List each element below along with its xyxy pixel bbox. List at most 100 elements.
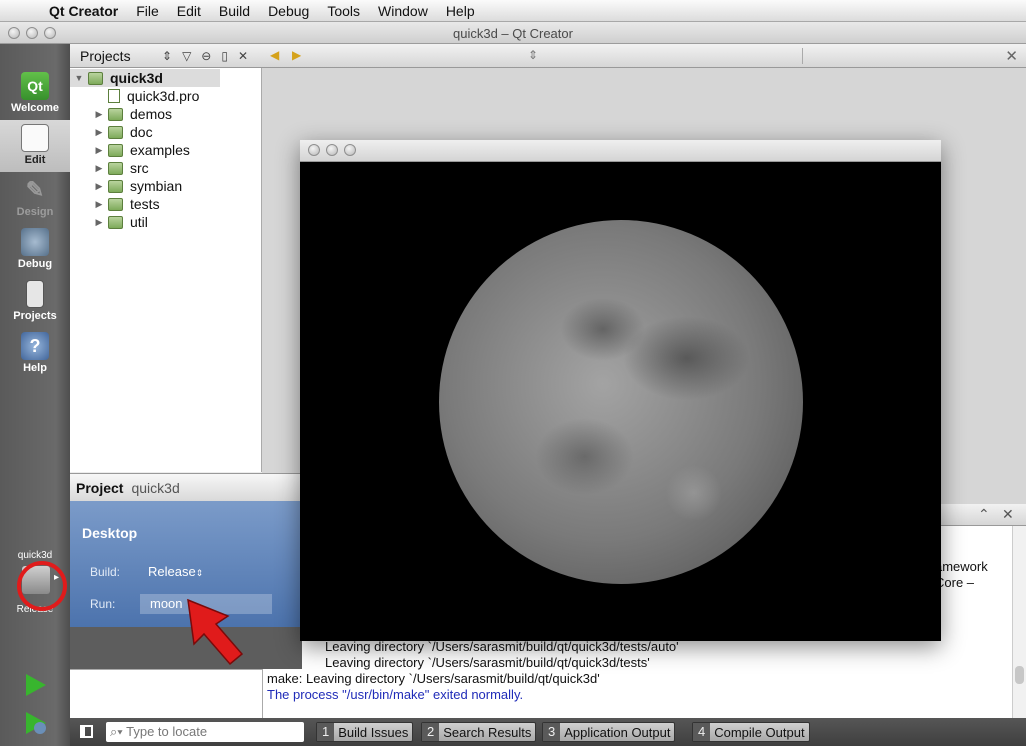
folder-icon	[108, 197, 123, 211]
mode-projects[interactable]: Projects	[0, 276, 70, 328]
filter-icon[interactable]: ▽	[182, 49, 191, 63]
close-pane-icon[interactable]: ✕	[238, 49, 248, 63]
menu-tools[interactable]: Tools	[318, 3, 369, 19]
expand-arrow-icon[interactable]: ▶	[90, 109, 108, 120]
projects-pane-header: Projects ⇕ ▽ ⊖ ▯ ✕	[70, 44, 262, 68]
tree-item-folder[interactable]: ▶ doc	[90, 123, 153, 141]
tree-item-label: quick3d.pro	[127, 88, 200, 104]
build-config-value: Release	[148, 564, 196, 579]
app-window-titlebar	[300, 140, 941, 162]
menu-window[interactable]: Window	[369, 3, 437, 19]
project-popup-header-label: Project	[76, 479, 124, 496]
search-icon: ⌕▾	[110, 724, 127, 739]
mode-debug[interactable]: Debug	[0, 224, 70, 276]
document-combo-icon[interactable]: ⇕	[528, 48, 538, 62]
app-minimize-button[interactable]	[326, 144, 338, 156]
output-line: amework	[935, 559, 988, 574]
output-line: make: Leaving directory `/Users/sarasmit…	[267, 671, 600, 686]
back-arrow-icon[interactable]: ◀	[270, 48, 279, 62]
projects-view-selector[interactable]: Projects	[70, 48, 152, 64]
design-tools-icon: ✎	[25, 177, 45, 202]
lower-left-pane	[70, 669, 262, 718]
scroll-thumb[interactable]	[1015, 666, 1024, 684]
bug-icon	[21, 228, 49, 256]
tree-item-label: src	[130, 160, 149, 176]
mode-welcome[interactable]: Qt Welcome	[0, 68, 70, 120]
moon-app-window	[300, 140, 941, 641]
expand-arrow-icon[interactable]: ▶	[90, 127, 108, 138]
menu-help[interactable]: Help	[437, 3, 484, 19]
collapse-arrow-icon[interactable]: ▼	[70, 73, 88, 83]
output-line: Leaving directory `/Users/sarasmit/build…	[325, 655, 650, 670]
tree-item-label: symbian	[130, 178, 183, 194]
moon-render	[439, 220, 803, 584]
tree-item-folder[interactable]: ▶ examples	[90, 141, 190, 159]
kit-name: Desktop	[82, 525, 138, 541]
tab-application-output[interactable]: 3 Application Output	[542, 722, 676, 742]
link-sync-icon[interactable]: ⊖	[201, 49, 211, 63]
close-output-icon[interactable]: ✕	[1002, 506, 1014, 523]
tab-compile-output[interactable]: 4 Compile Output	[692, 722, 810, 742]
mode-help[interactable]: ? Help	[0, 328, 70, 380]
tab-number: 1	[317, 723, 335, 741]
menu-debug[interactable]: Debug	[259, 3, 318, 19]
forward-arrow-icon[interactable]: ▶	[292, 48, 301, 62]
folder-icon	[108, 143, 123, 157]
sort-updown-icon[interactable]: ⇕	[162, 49, 172, 63]
tree-item-folder[interactable]: ▶ util	[90, 213, 148, 231]
app-close-button[interactable]	[308, 144, 320, 156]
menu-edit[interactable]: Edit	[168, 3, 210, 19]
tree-item-folder[interactable]: ▶ src	[90, 159, 149, 177]
locator-input[interactable]: ⌕▾ Type to locate	[106, 722, 304, 742]
output-pane-bar: ⌃ ✕	[940, 504, 1026, 526]
tab-number: 4	[693, 723, 711, 741]
menu-app-name[interactable]: Qt Creator	[40, 3, 127, 19]
run-button[interactable]	[22, 672, 48, 698]
maximize-output-icon[interactable]: ⌃	[978, 506, 990, 523]
tab-build-issues[interactable]: 1 Build Issues	[316, 722, 414, 742]
expand-arrow-icon[interactable]: ▶	[90, 217, 108, 228]
tree-item-folder[interactable]: ▶ demos	[90, 105, 173, 123]
mode-projects-label: Projects	[13, 310, 57, 322]
debug-run-button[interactable]	[22, 710, 48, 736]
tab-search-results[interactable]: 2 Search Results	[421, 722, 537, 742]
3d-viewport[interactable]	[300, 162, 941, 641]
mode-edit[interactable]: Edit	[0, 120, 70, 172]
editor-toolbar: ◀ ▶ ⇕ ✕	[262, 44, 1026, 68]
tree-root[interactable]: ▼ quick3d	[70, 69, 220, 87]
menu-file[interactable]: File	[127, 3, 168, 19]
mode-design[interactable]: ✎ Design	[0, 172, 70, 224]
menubar: Qt Creator File Edit Build Debug Tools W…	[0, 0, 1026, 22]
mode-sidebar: Qt Welcome Edit ✎ Design Debug Projects …	[0, 44, 70, 746]
close-document-icon[interactable]: ✕	[1005, 47, 1018, 65]
project-tree: ▼ quick3d quick3d.pro ▶ demos ▶ doc ▶ ex…	[70, 68, 262, 472]
project-popup-header: Project quick3d	[70, 473, 302, 501]
help-question-icon: ?	[21, 332, 49, 360]
app-zoom-button[interactable]	[344, 144, 356, 156]
expand-arrow-icon[interactable]: ▶	[90, 145, 108, 156]
mode-help-label: Help	[23, 362, 47, 374]
toggle-sidebar-icon[interactable]	[80, 725, 93, 738]
expand-arrow-icon[interactable]: ▶	[90, 163, 108, 174]
tree-item-pro-file[interactable]: quick3d.pro	[90, 87, 199, 105]
expand-arrow-icon[interactable]: ▶	[90, 181, 108, 192]
locator-placeholder: Type to locate	[126, 724, 208, 739]
tree-item-label: util	[130, 214, 148, 230]
output-line: Leaving directory `/Users/sarasmit/build…	[325, 639, 679, 654]
split-icon[interactable]: ▯	[221, 49, 228, 63]
tree-item-folder[interactable]: ▶ symbian	[90, 177, 183, 195]
tree-root-label: quick3d	[110, 70, 163, 86]
build-config-select[interactable]: Release⇕	[148, 564, 203, 579]
folder-icon	[108, 125, 123, 139]
build-label: Build:	[90, 565, 121, 579]
mode-welcome-label: Welcome	[10, 102, 60, 114]
tab-label: Build Issues	[338, 724, 409, 740]
tree-item-folder[interactable]: ▶ tests	[90, 195, 160, 213]
projects-book-icon	[26, 280, 44, 308]
expand-arrow-icon[interactable]: ▶	[90, 199, 108, 210]
output-scrollbar[interactable]	[1012, 526, 1026, 718]
folder-icon	[108, 161, 123, 175]
project-popup-header-value[interactable]: quick3d	[131, 480, 179, 496]
tab-label: Application Output	[564, 724, 671, 740]
menu-build[interactable]: Build	[210, 3, 259, 19]
